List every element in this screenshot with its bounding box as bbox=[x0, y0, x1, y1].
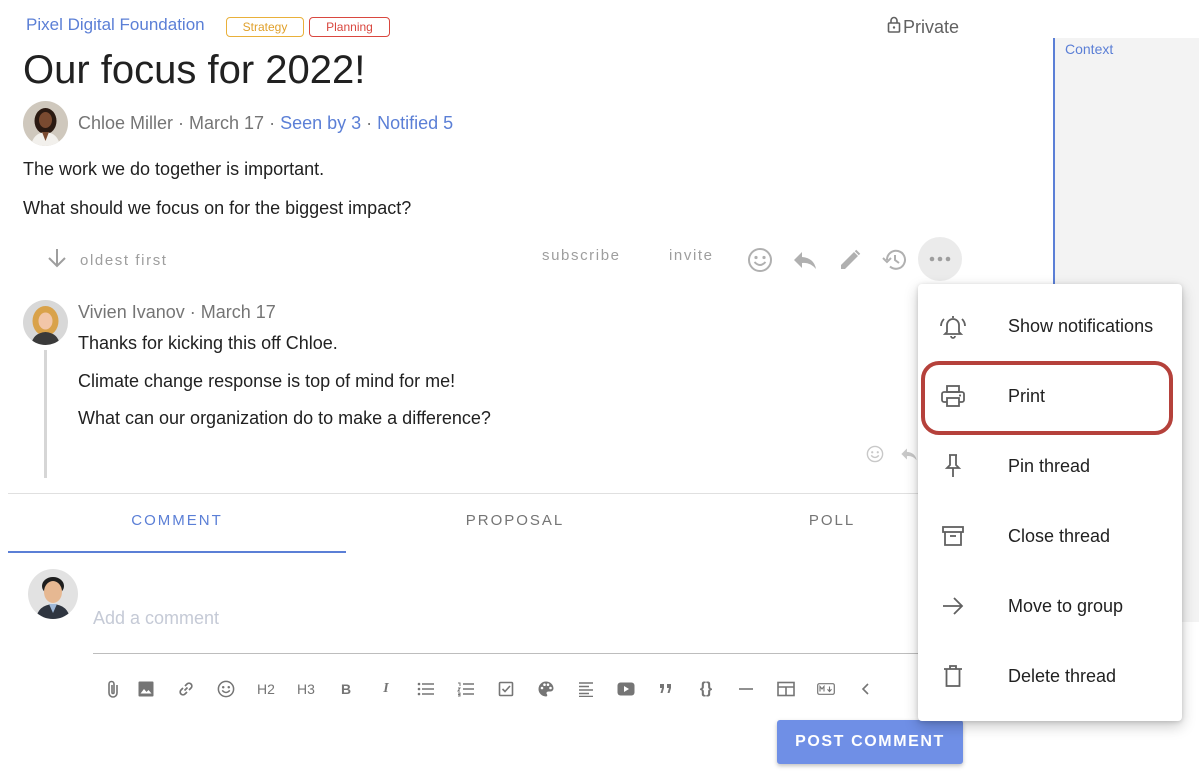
link-icon[interactable] bbox=[166, 676, 206, 702]
comment-meta: Vivien Ivanov · March 17 bbox=[78, 302, 276, 323]
quote-icon[interactable] bbox=[646, 676, 686, 702]
arrow-right-icon bbox=[938, 591, 968, 621]
commenter-name[interactable]: Vivien Ivanov bbox=[78, 302, 185, 322]
more-icon[interactable] bbox=[918, 237, 962, 281]
current-user-avatar bbox=[28, 569, 78, 619]
thread-line bbox=[44, 350, 47, 478]
thread-body-paragraph: What should we focus on for the biggest … bbox=[23, 198, 412, 218]
trash-icon bbox=[938, 661, 968, 691]
image-icon[interactable] bbox=[126, 676, 166, 702]
tag-planning[interactable]: Planning bbox=[309, 17, 390, 37]
heading-3-button[interactable]: H3 bbox=[286, 676, 326, 702]
comment-reply-icon[interactable] bbox=[900, 444, 918, 464]
numbered-list-icon[interactable] bbox=[446, 676, 486, 702]
invite-button[interactable]: invite bbox=[669, 247, 714, 273]
pin-icon bbox=[938, 451, 968, 481]
comment-paragraph: Climate change response is top of mind f… bbox=[78, 371, 456, 391]
menu-item-label: Show notifications bbox=[1008, 315, 1154, 336]
history-icon[interactable] bbox=[880, 245, 910, 275]
thread-actions-menu: Show notifications Print Pin thread Clos… bbox=[918, 284, 1182, 721]
menu-item-label: Close thread bbox=[1008, 525, 1111, 546]
seen-by-link[interactable]: Seen by 3 bbox=[280, 113, 361, 133]
thread-date: March 17 bbox=[189, 113, 265, 133]
meta-sep: · bbox=[173, 113, 190, 133]
bold-button[interactable]: B bbox=[326, 676, 366, 702]
meta-sep: · bbox=[361, 113, 378, 133]
archive-icon bbox=[938, 521, 968, 551]
emoji-icon[interactable] bbox=[745, 245, 775, 275]
meta-sep: · bbox=[264, 113, 281, 133]
thread-meta: Chloe Miller · March 17 · Seen by 3 · No… bbox=[78, 113, 453, 134]
collapse-icon[interactable] bbox=[846, 676, 886, 702]
heading-2-button[interactable]: H2 bbox=[246, 676, 286, 702]
thread-body-paragraph: The work we do together is important. bbox=[23, 159, 325, 179]
menu-item-label: Pin thread bbox=[1008, 455, 1091, 476]
comment-paragraph: What can our organization do to make a d… bbox=[78, 408, 491, 428]
comment-input[interactable] bbox=[93, 580, 918, 654]
attach-icon[interactable] bbox=[100, 676, 126, 702]
menu-item-close-thread[interactable]: Close thread bbox=[918, 501, 1182, 571]
code-block-button[interactable]: {} bbox=[686, 676, 726, 702]
visibility-indicator: Private bbox=[887, 16, 959, 38]
menu-item-move-to-group[interactable]: Move to group bbox=[918, 571, 1182, 641]
group-link[interactable]: Pixel Digital Foundation bbox=[26, 15, 205, 35]
lock-icon bbox=[887, 16, 901, 38]
meta-sep: · bbox=[184, 302, 201, 322]
post-comment-button[interactable]: POST COMMENT bbox=[777, 720, 963, 764]
align-icon[interactable] bbox=[566, 676, 606, 702]
notified-link[interactable]: Notified 5 bbox=[377, 113, 453, 133]
tab-proposal[interactable]: PROPOSAL bbox=[346, 512, 684, 529]
edit-icon[interactable] bbox=[835, 245, 865, 275]
comment-paragraph: Thanks for kicking this off Chloe. bbox=[78, 333, 338, 353]
print-highlight-ring bbox=[921, 361, 1173, 435]
author-avatar[interactable] bbox=[23, 101, 68, 146]
divider bbox=[8, 493, 918, 494]
table-icon[interactable] bbox=[766, 676, 806, 702]
comment-date: March 17 bbox=[200, 302, 276, 322]
sort-label: oldest first bbox=[80, 251, 168, 269]
palette-icon[interactable] bbox=[526, 676, 566, 702]
comment-emoji-icon[interactable] bbox=[865, 444, 885, 464]
markdown-icon[interactable] bbox=[806, 676, 846, 702]
horizontal-rule-icon[interactable] bbox=[726, 676, 766, 702]
menu-item-label: Delete thread bbox=[1008, 665, 1117, 686]
tab-comment[interactable]: COMMENT bbox=[8, 512, 346, 529]
bell-icon bbox=[938, 311, 968, 341]
thread-title: Our focus for 2022! bbox=[23, 48, 366, 92]
italic-button[interactable]: I bbox=[366, 676, 406, 702]
arrow-down-icon bbox=[46, 247, 68, 273]
reply-icon[interactable] bbox=[790, 245, 820, 275]
bullet-list-icon[interactable] bbox=[406, 676, 446, 702]
menu-item-delete-thread[interactable]: Delete thread bbox=[918, 641, 1182, 711]
sort-toggle[interactable]: oldest first bbox=[46, 247, 168, 273]
menu-item-pin-thread[interactable]: Pin thread bbox=[918, 431, 1182, 501]
menu-item-show-notifications[interactable]: Show notifications bbox=[918, 291, 1182, 361]
commenter-avatar[interactable] bbox=[23, 300, 68, 345]
video-icon[interactable] bbox=[606, 676, 646, 702]
visibility-label: Private bbox=[903, 16, 960, 37]
active-tab-indicator bbox=[8, 551, 346, 553]
emoji-icon[interactable] bbox=[206, 676, 246, 702]
context-label: Context bbox=[1065, 41, 1114, 57]
checklist-icon[interactable] bbox=[486, 676, 526, 702]
menu-item-label: Move to group bbox=[1008, 595, 1124, 616]
tag-strategy[interactable]: Strategy bbox=[226, 17, 304, 37]
subscribe-button[interactable]: subscribe bbox=[542, 247, 621, 273]
formatting-toolbar: H2 H3 B I {} bbox=[100, 676, 886, 702]
author-name[interactable]: Chloe Miller bbox=[78, 113, 173, 133]
